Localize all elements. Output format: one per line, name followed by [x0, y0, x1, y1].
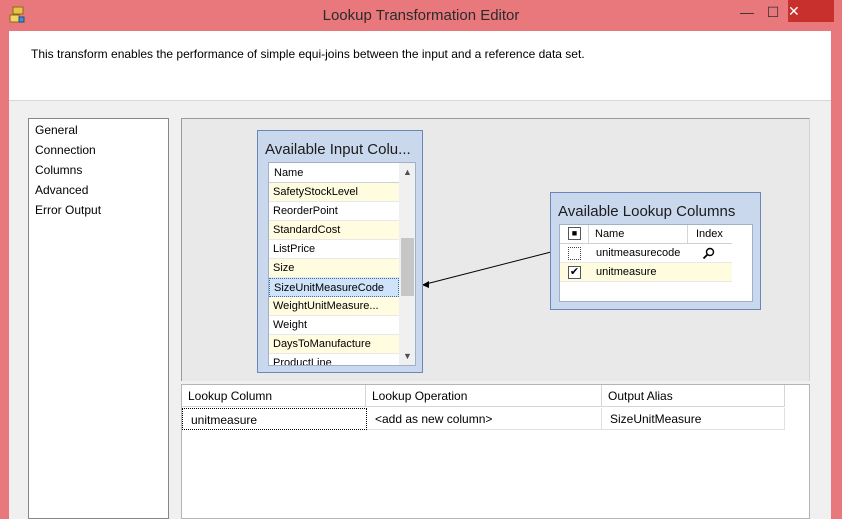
page-navigation-list: General Connection Columns Advanced Erro…: [28, 118, 169, 519]
scroll-up-icon[interactable]: ▲: [399, 165, 415, 179]
input-column-row-selected[interactable]: SizeUnitMeasureCode: [269, 278, 399, 297]
scroll-down-icon[interactable]: ▼: [399, 349, 415, 363]
description-text: This transform enables the performance o…: [31, 47, 585, 61]
lookup-column-row[interactable]: ✔ unitmeasure: [560, 263, 732, 282]
input-column-row[interactable]: StandardCost: [269, 221, 399, 240]
input-column-row[interactable]: WeightUnitMeasure...: [269, 297, 399, 316]
lookup-columns-box[interactable]: Available Lookup Columns ■ Name Index un…: [550, 192, 761, 310]
input-columns-box[interactable]: Available Input Colu... Name SafetyStock…: [257, 130, 423, 373]
select-all-checkbox[interactable]: ■: [568, 227, 581, 240]
column-mapping-diagram: Available Input Colu... Name SafetyStock…: [181, 118, 810, 381]
lookup-column-row[interactable]: unitmeasurecode: [560, 244, 732, 263]
grid-header-output-alias[interactable]: Output Alias: [602, 385, 785, 407]
grid-cell-lookup-operation[interactable]: <add as new column>: [367, 408, 602, 430]
nav-item-advanced[interactable]: Advanced: [35, 180, 88, 200]
input-column-row[interactable]: DaysToManufacture: [269, 335, 399, 354]
grid-header-lookup-column[interactable]: Lookup Column: [182, 385, 366, 407]
lookup-columns-title: Available Lookup Columns: [558, 203, 736, 220]
lookup-column-name: unitmeasurecode: [596, 247, 681, 259]
header-panel: [9, 31, 831, 101]
nav-item-columns[interactable]: Columns: [35, 160, 82, 180]
grid-cell-output-alias[interactable]: SizeUnitMeasure: [602, 408, 785, 430]
input-column-row[interactable]: Weight: [269, 316, 399, 335]
input-columns-scrollbar[interactable]: ▲ ▼: [399, 163, 415, 365]
close-button[interactable]: ✕: [788, 0, 834, 22]
minimize-button[interactable]: —: [736, 0, 758, 26]
lookup-header-index: Index: [696, 228, 723, 240]
lookup-column-checkbox-checked[interactable]: ✔: [568, 266, 581, 279]
input-column-row[interactable]: SafetyStockLevel: [269, 183, 399, 202]
nav-item-general[interactable]: General: [35, 120, 78, 140]
lookup-column-name: unitmeasure: [596, 266, 657, 278]
input-columns-list[interactable]: Name SafetyStockLevel ReorderPoint Stand…: [268, 162, 416, 366]
input-columns-header-name: Name: [274, 167, 304, 179]
input-column-row[interactable]: ProductLine: [269, 354, 399, 365]
scroll-thumb[interactable]: [401, 238, 414, 296]
grid-header-lookup-operation[interactable]: Lookup Operation: [366, 385, 602, 407]
nav-item-error-output[interactable]: Error Output: [35, 200, 101, 220]
lookup-columns-list[interactable]: ■ Name Index unitmeasurecode ✔ unitmeasu…: [559, 224, 753, 302]
search-icon: [702, 247, 715, 260]
lookup-column-checkbox[interactable]: [568, 247, 581, 260]
input-column-row[interactable]: ReorderPoint: [269, 202, 399, 221]
input-column-row[interactable]: ListPrice: [269, 240, 399, 259]
input-column-row[interactable]: Size: [269, 259, 399, 278]
nav-item-connection[interactable]: Connection: [35, 140, 96, 160]
grid-cell-lookup-column[interactable]: unitmeasure: [182, 408, 367, 430]
input-columns-title: Available Input Colu...: [265, 141, 411, 158]
lookup-mapping-grid: Lookup Column Lookup Operation Output Al…: [181, 384, 810, 519]
maximize-button[interactable]: ☐: [760, 0, 786, 26]
lookup-header-name: Name: [595, 228, 625, 240]
window-title: Lookup Transformation Editor: [322, 7, 520, 24]
